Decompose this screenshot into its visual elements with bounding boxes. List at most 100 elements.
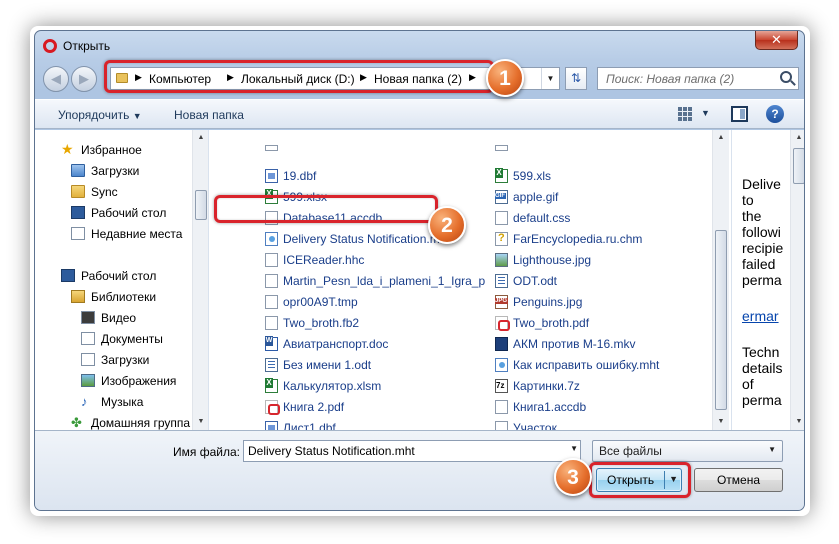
file-item[interactable]: 19.dbf — [265, 166, 485, 186]
close-button[interactable]: ✕ — [755, 31, 798, 50]
breadcrumb-computer[interactable]: Компьютер — [149, 72, 211, 86]
open-button[interactable]: Открыть ▼ — [596, 468, 682, 492]
file-list-scrollbar[interactable]: ▲ ▼ — [712, 130, 729, 430]
file-item[interactable]: Two_broth.fb2 — [265, 313, 485, 333]
nav-label: Избранное — [81, 143, 142, 157]
chevron-right-icon[interactable]: ▶ — [469, 72, 476, 83]
cancel-button[interactable]: Отмена — [694, 468, 783, 492]
search-input[interactable]: Поиск: Новая папка (2) — [606, 72, 734, 86]
scroll-thumb[interactable] — [195, 190, 207, 220]
scroll-down-icon[interactable]: ▼ — [791, 414, 804, 430]
filetype-select[interactable]: Все файлы ▼ — [592, 440, 783, 462]
organize-label: Упорядочить — [58, 108, 130, 122]
nav-libraries[interactable]: Библиотеки — [35, 287, 195, 307]
file-item[interactable]: Калькулятор.xlsm — [265, 376, 485, 396]
new-folder-button[interactable]: Новая папка — [174, 108, 244, 122]
help-icon[interactable]: ? — [766, 105, 784, 123]
file-item-partial[interactable] — [495, 145, 715, 165]
file-item-partial[interactable] — [265, 145, 485, 165]
file-item[interactable]: Penguins.jpg — [495, 292, 715, 312]
preview-scrollbar[interactable]: ▲ ▼ — [790, 130, 804, 430]
file-item[interactable]: ICEReader.hhc — [265, 250, 485, 270]
filename-label: Имя файла: — [173, 445, 240, 459]
file-item[interactable]: 599.xls — [495, 166, 715, 186]
nav-desktop[interactable]: Рабочий стол — [35, 266, 195, 286]
nav-music[interactable]: ♪ Музыка — [35, 392, 195, 412]
scroll-down-icon[interactable]: ▼ — [193, 414, 208, 430]
file-partial-icon — [265, 145, 278, 151]
scroll-up-icon[interactable]: ▲ — [713, 130, 729, 146]
chevron-down-icon[interactable]: ▼ — [570, 444, 578, 453]
chevron-right-icon[interactable]: ▶ — [135, 72, 142, 83]
file-xls-icon — [495, 168, 508, 183]
search-box[interactable]: Поиск: Новая папка (2) — [597, 67, 799, 90]
nav-scrollbar[interactable]: ▲ ▼ — [192, 130, 208, 430]
nav-documents[interactable]: Документы — [35, 329, 195, 349]
window-title: Открыть — [63, 39, 111, 53]
file-item[interactable]: default.css — [495, 208, 715, 228]
file-item[interactable]: Без имени 1.odt — [265, 355, 485, 375]
view-dropdown-icon[interactable]: ▼ — [701, 108, 710, 118]
preview-pane-icon[interactable] — [731, 106, 748, 122]
view-icon[interactable] — [678, 107, 692, 121]
nav-label: Загрузки — [91, 164, 140, 178]
nav-desktop-fav[interactable]: Рабочий стол — [35, 203, 195, 223]
file-name: FarEncyclopedia.ru.chm — [513, 232, 643, 246]
file-item[interactable]: Книга1.accdb — [495, 397, 715, 417]
filename-field[interactable]: Delivery Status Notification.mht ▼ — [243, 440, 581, 462]
file-item[interactable]: Картинки.7z — [495, 376, 715, 396]
documents-icon — [81, 332, 95, 345]
file-blank-icon — [265, 274, 278, 288]
file-item[interactable]: Участок — [495, 418, 715, 430]
file-item[interactable]: Как исправить ошибку.mht — [495, 355, 715, 375]
preview-line: the — [742, 208, 762, 224]
file-item[interactable]: 599.xlsx — [265, 187, 485, 207]
file-item[interactable]: АКМ против М-16.mkv — [495, 334, 715, 354]
nav-downloads-lib[interactable]: Загрузки — [35, 350, 195, 370]
file-item[interactable]: Авиатранспорт.doc — [265, 334, 485, 354]
address-dropdown-button[interactable]: ▼ — [541, 68, 559, 89]
preview-line: perma — [742, 272, 782, 288]
folder-icon — [71, 185, 85, 198]
nav-video[interactable]: Видео — [35, 308, 195, 328]
title-bar[interactable]: Открыть ✕ — [35, 31, 804, 59]
breadcrumb-local-disk[interactable]: Локальный диск (D:) — [241, 72, 355, 86]
nav-recent-places[interactable]: Недавние места — [35, 224, 195, 244]
file-item[interactable]: Лист1.dbf — [265, 418, 485, 430]
file-item[interactable]: Lighthouse.jpg — [495, 250, 715, 270]
forward-button[interactable]: ▶ — [71, 66, 97, 92]
nav-sync[interactable]: Sync — [35, 182, 195, 202]
scroll-down-icon[interactable]: ▼ — [713, 414, 729, 430]
open-dropdown-icon[interactable]: ▼ — [669, 474, 678, 484]
file-item[interactable]: Martin_Pesn_lda_i_plameni_1_Igra_p... — [265, 271, 485, 291]
preview-line — [742, 324, 782, 344]
filename-value[interactable]: Delivery Status Notification.mht — [248, 444, 415, 458]
refresh-button[interactable]: ⇅ — [565, 67, 587, 90]
back-button[interactable]: ◀ — [43, 66, 69, 92]
scroll-up-icon[interactable]: ▲ — [791, 130, 804, 146]
file-item[interactable]: Книга 2.pdf — [265, 397, 485, 417]
scroll-thumb[interactable] — [715, 230, 727, 410]
file-item[interactable]: ODT.odt — [495, 271, 715, 291]
file-item[interactable]: FarEncyclopedia.ru.chm — [495, 229, 715, 249]
scroll-thumb[interactable] — [793, 148, 804, 184]
file-mht-icon — [265, 232, 278, 246]
nav-images[interactable]: Изображения — [35, 371, 195, 391]
file-name: Калькулятор.xlsm — [283, 379, 382, 393]
file-item[interactable]: apple.gif — [495, 187, 715, 207]
nav-label: Недавние места — [91, 227, 183, 241]
scroll-up-icon[interactable]: ▲ — [193, 130, 208, 146]
chevron-right-icon[interactable]: ▶ — [227, 72, 234, 83]
nav-downloads[interactable]: Загрузки — [35, 161, 195, 181]
file-blank-icon — [265, 295, 278, 309]
nav-homegroup[interactable]: ✤ Домашняя группа — [35, 413, 195, 430]
organize-button[interactable]: Упорядочить ▼ — [58, 108, 142, 122]
file-item[interactable]: opr00A9T.tmp — [265, 292, 485, 312]
file-item[interactable]: Two_broth.pdf — [495, 313, 715, 333]
nav-label: Изображения — [101, 374, 177, 388]
breadcrumb-new-folder[interactable]: Новая папка (2) — [374, 72, 462, 86]
preview-line[interactable]: ermar — [742, 308, 782, 324]
file-blank-icon — [495, 421, 508, 430]
chevron-right-icon[interactable]: ▶ — [360, 72, 367, 83]
nav-favorites[interactable]: ★ Избранное — [35, 140, 195, 160]
